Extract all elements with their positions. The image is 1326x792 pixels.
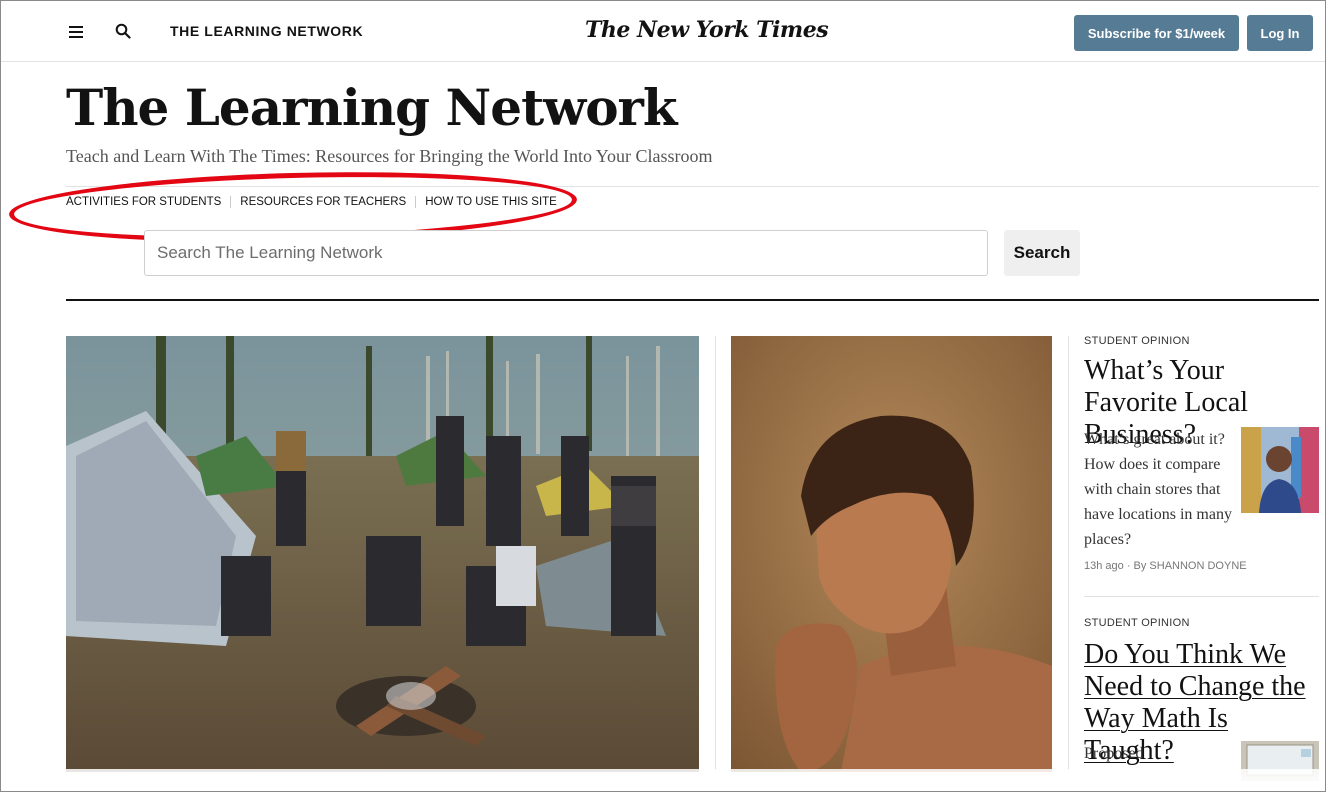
lead-story-photo[interactable]	[66, 336, 699, 772]
story-thumbnail[interactable]	[1241, 427, 1319, 513]
story-byline: 13h ago · By SHANNON DOYNE	[1084, 560, 1247, 572]
page-tagline: Teach and Learn With The Times: Resource…	[66, 146, 713, 166]
story-summary: What’s great about it? How does it compa…	[1084, 431, 1232, 548]
feature-story-photo[interactable]	[731, 336, 1052, 772]
search-input[interactable]	[144, 230, 988, 276]
story-divider	[1084, 596, 1319, 597]
subscribe-button[interactable]: Subscribe for $1/week	[1074, 15, 1239, 51]
story-kicker[interactable]: STUDENT OPINION	[1084, 617, 1190, 629]
nyt-logo[interactable]: The New York Times	[585, 17, 829, 43]
login-button[interactable]: Log In	[1247, 15, 1313, 51]
story-kicker[interactable]: STUDENT OPINION	[1084, 335, 1190, 347]
search-button[interactable]: Search	[1004, 230, 1080, 276]
section-name-link[interactable]: THE LEARNING NETWORK	[170, 23, 363, 39]
column-divider	[1068, 336, 1069, 772]
column-divider	[715, 336, 716, 772]
search-icon[interactable]	[115, 23, 131, 39]
page-title: The Learning Network	[66, 78, 678, 137]
hamburger-menu-icon[interactable]	[69, 26, 83, 38]
section-rule	[66, 299, 1319, 301]
story-summary: Proposed	[1084, 745, 1144, 762]
browser-page: THE LEARNING NETWORK The New York Times …	[0, 0, 1326, 792]
viewport-edge	[1, 769, 1325, 791]
top-bar: THE LEARNING NETWORK The New York Times …	[1, 1, 1325, 62]
